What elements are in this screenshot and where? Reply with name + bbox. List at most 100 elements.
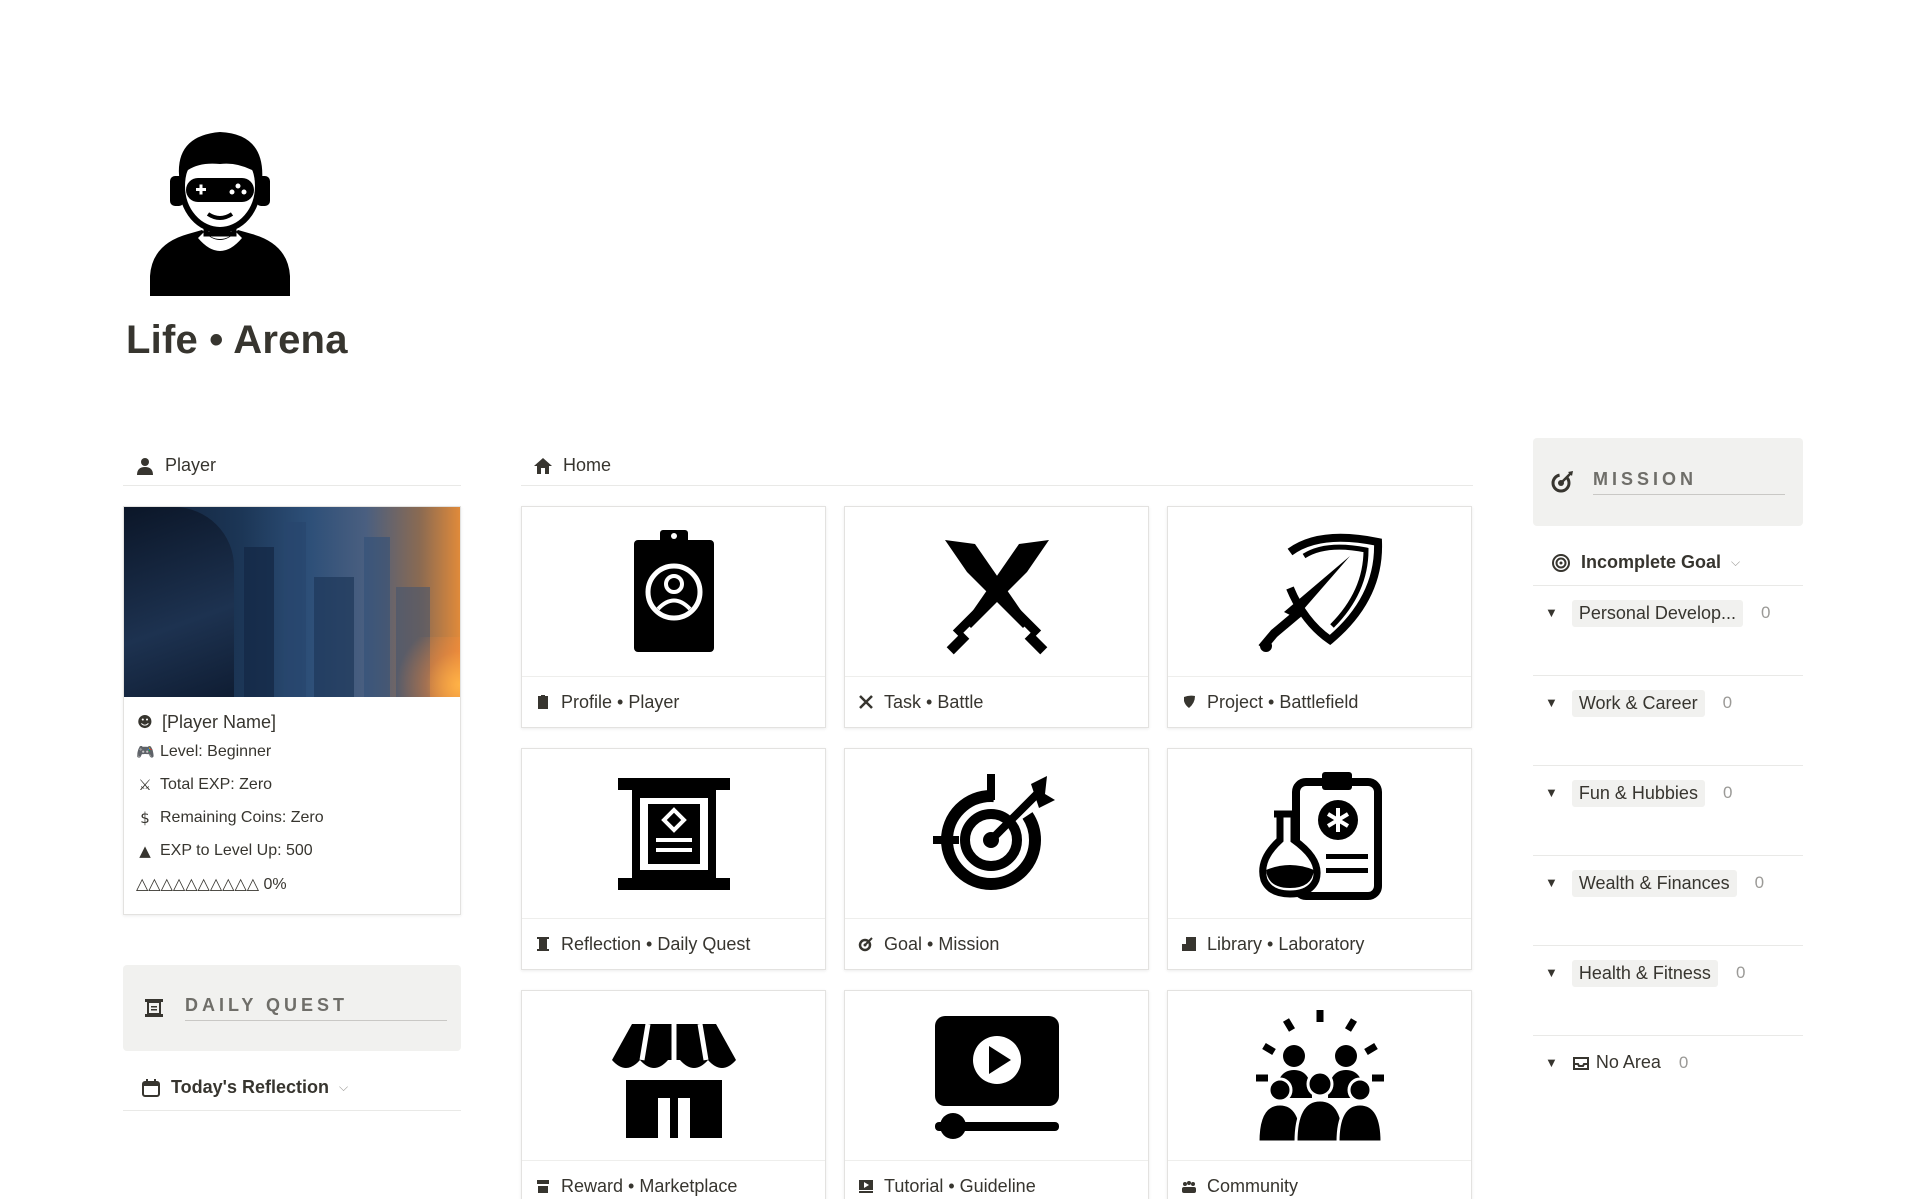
scroll-icon — [617, 777, 730, 890]
crossed-swords-small-icon — [859, 695, 873, 709]
player-card[interactable]: ☻ [Player Name] 🎮 Level: Beginner ⚔ Tota… — [123, 506, 461, 915]
incomplete-goal-view-tab[interactable]: Incomplete Goal ⌵ — [1533, 540, 1803, 586]
goal-group[interactable]: ▼ No Area 0 — [1533, 1036, 1803, 1126]
inbox-icon — [1572, 1056, 1589, 1070]
todays-reflection-label: Today's Reflection — [171, 1077, 329, 1097]
lab-flask-icon — [1258, 771, 1382, 900]
profile-clipboard-icon — [633, 529, 714, 652]
chevron-down-icon[interactable]: ⌵ — [339, 1080, 348, 1095]
player-column: Player ☻ [Player Name] 🎮 Level: Beginner… — [123, 446, 461, 1111]
store-icon — [611, 1023, 736, 1138]
chevron-down-icon[interactable]: ⌵ — [1731, 555, 1740, 570]
bullseye-icon — [1552, 553, 1570, 572]
target-icon — [932, 773, 1055, 890]
gallery-card-community[interactable]: Community — [1167, 990, 1472, 1199]
gallery-card-library[interactable]: Library • Laboratory — [1167, 748, 1472, 970]
mission-column: MISSION Incomplete Goal ⌵ ▼ Personal Dev… — [1533, 438, 1803, 1126]
incomplete-goal-label: Incomplete Goal — [1581, 552, 1722, 572]
clipboard-icon — [538, 695, 548, 709]
gallery-card-label: Community — [1207, 1175, 1299, 1196]
toggle-triangle-icon[interactable]: ▼ — [1545, 605, 1558, 620]
page-title: Life • Arena — [126, 318, 348, 362]
gallery-card-label: Tutorial • Guideline — [884, 1175, 1036, 1196]
gallery-card-task[interactable]: Task • Battle — [844, 506, 1149, 728]
goal-group[interactable]: ▼ Fun & Hubbies 0 — [1533, 766, 1803, 856]
community-icon — [1255, 1009, 1384, 1143]
video-player-icon — [934, 1015, 1059, 1139]
gallery-card-reward[interactable]: Reward • Marketplace — [521, 990, 826, 1199]
player-progress: △△△△△△△△△△ 0% — [136, 875, 287, 893]
shield-small-icon — [1184, 695, 1195, 708]
scroll-icon — [145, 999, 163, 1017]
group-label: Personal Develop... — [1571, 600, 1743, 627]
goal-group[interactable]: ▼ Personal Develop... 0 — [1533, 586, 1803, 676]
home-icon — [534, 457, 552, 474]
group-label: Wealth & Finances — [1571, 870, 1737, 897]
goal-group[interactable]: ▼ Work & Career 0 — [1533, 676, 1803, 766]
gallery-card-label: Project • Battlefield — [1207, 691, 1359, 712]
player-exp-to-level: EXP to Level Up: 500 — [160, 841, 313, 859]
gamer-avatar-icon[interactable] — [140, 126, 300, 296]
gallery-card-label: Profile • Player — [561, 691, 680, 712]
home-gallery: Profile • Player Task • Battle Project •… — [521, 506, 1473, 1199]
triangle-up-icon: ▲ — [139, 841, 151, 860]
group-label: Health & Fitness — [1571, 960, 1718, 987]
people-small-icon — [1182, 1181, 1196, 1193]
group-count: 0 — [1735, 963, 1746, 982]
daily-quest-callout: DAILY QUEST — [123, 965, 461, 1051]
toggle-triangle-icon[interactable]: ▼ — [1545, 875, 1558, 890]
shield-sword-icon — [1258, 533, 1382, 652]
scroll-small-icon — [537, 937, 549, 951]
group-count: 0 — [1678, 1053, 1689, 1072]
person-icon — [137, 457, 153, 475]
home-section-label: Home — [563, 455, 612, 475]
toggle-triangle-icon[interactable]: ▼ — [1545, 695, 1558, 710]
gallery-card-tutorial[interactable]: Tutorial • Guideline — [844, 990, 1149, 1199]
mission-title: MISSION — [1593, 469, 1785, 495]
gallery-card-label: Reflection • Daily Quest — [561, 933, 751, 954]
mission-callout: MISSION — [1533, 438, 1803, 526]
group-label: Work & Career — [1571, 690, 1705, 717]
goal-group[interactable]: ▼ Wealth & Finances 0 — [1533, 856, 1803, 946]
gallery-card-label: Task • Battle — [884, 691, 984, 712]
crossed-swords-icon — [944, 539, 1049, 654]
goal-group[interactable]: ▼ Health & Fitness 0 — [1533, 946, 1803, 1036]
gallery-card-goal[interactable]: Goal • Mission — [844, 748, 1149, 970]
toggle-triangle-icon[interactable]: ▼ — [1545, 965, 1558, 980]
gallery-card-label: Goal • Mission — [884, 933, 1000, 954]
group-label: Fun & Hubbies — [1571, 780, 1705, 807]
group-count: 0 — [1722, 783, 1733, 802]
group-label: No Area — [1595, 1052, 1661, 1072]
home-column: Home Profile • Player Task • Battle Proj… — [521, 446, 1473, 1199]
gamepad-icon: 🎮 — [136, 742, 155, 761]
group-count: 0 — [1754, 873, 1765, 892]
todays-reflection-view-tab[interactable]: Today's Reflection ⌵ — [123, 1065, 461, 1111]
player-total-exp: Total EXP: Zero — [160, 775, 273, 793]
avatar-icon: ☻ — [137, 713, 153, 731]
gallery-card-reflection[interactable]: Reflection • Daily Quest — [521, 748, 826, 970]
player-name: [Player Name] — [162, 711, 277, 732]
player-section-label: Player — [165, 455, 217, 475]
crossed-swords-icon: ⚔ — [138, 775, 152, 794]
player-section-header[interactable]: Player — [123, 446, 461, 486]
player-coins: Remaining Coins: Zero — [160, 808, 324, 826]
money-bag-icon: $ — [140, 808, 150, 827]
gallery-card-profile[interactable]: Profile • Player — [521, 506, 826, 728]
gallery-card-project[interactable]: Project • Battlefield — [1167, 506, 1472, 728]
toggle-triangle-icon[interactable]: ▼ — [1545, 1055, 1558, 1070]
gallery-card-label: Library • Laboratory — [1207, 933, 1365, 954]
daily-quest-title: DAILY QUEST — [185, 995, 447, 1021]
gallery-card-label: Reward • Marketplace — [561, 1175, 738, 1196]
player-cover-image — [124, 507, 460, 697]
store-small-icon — [537, 1180, 549, 1193]
video-small-icon — [859, 1180, 873, 1193]
group-count: 0 — [1760, 603, 1771, 622]
target-icon — [1551, 471, 1573, 493]
toggle-triangle-icon[interactable]: ▼ — [1545, 785, 1558, 800]
target-small-icon — [858, 937, 873, 952]
calendar-icon — [142, 1078, 160, 1097]
group-count: 0 — [1722, 693, 1733, 712]
home-section-header[interactable]: Home — [521, 446, 1473, 486]
lab-small-icon — [1182, 937, 1196, 951]
player-level: Level: Beginner — [160, 742, 272, 760]
